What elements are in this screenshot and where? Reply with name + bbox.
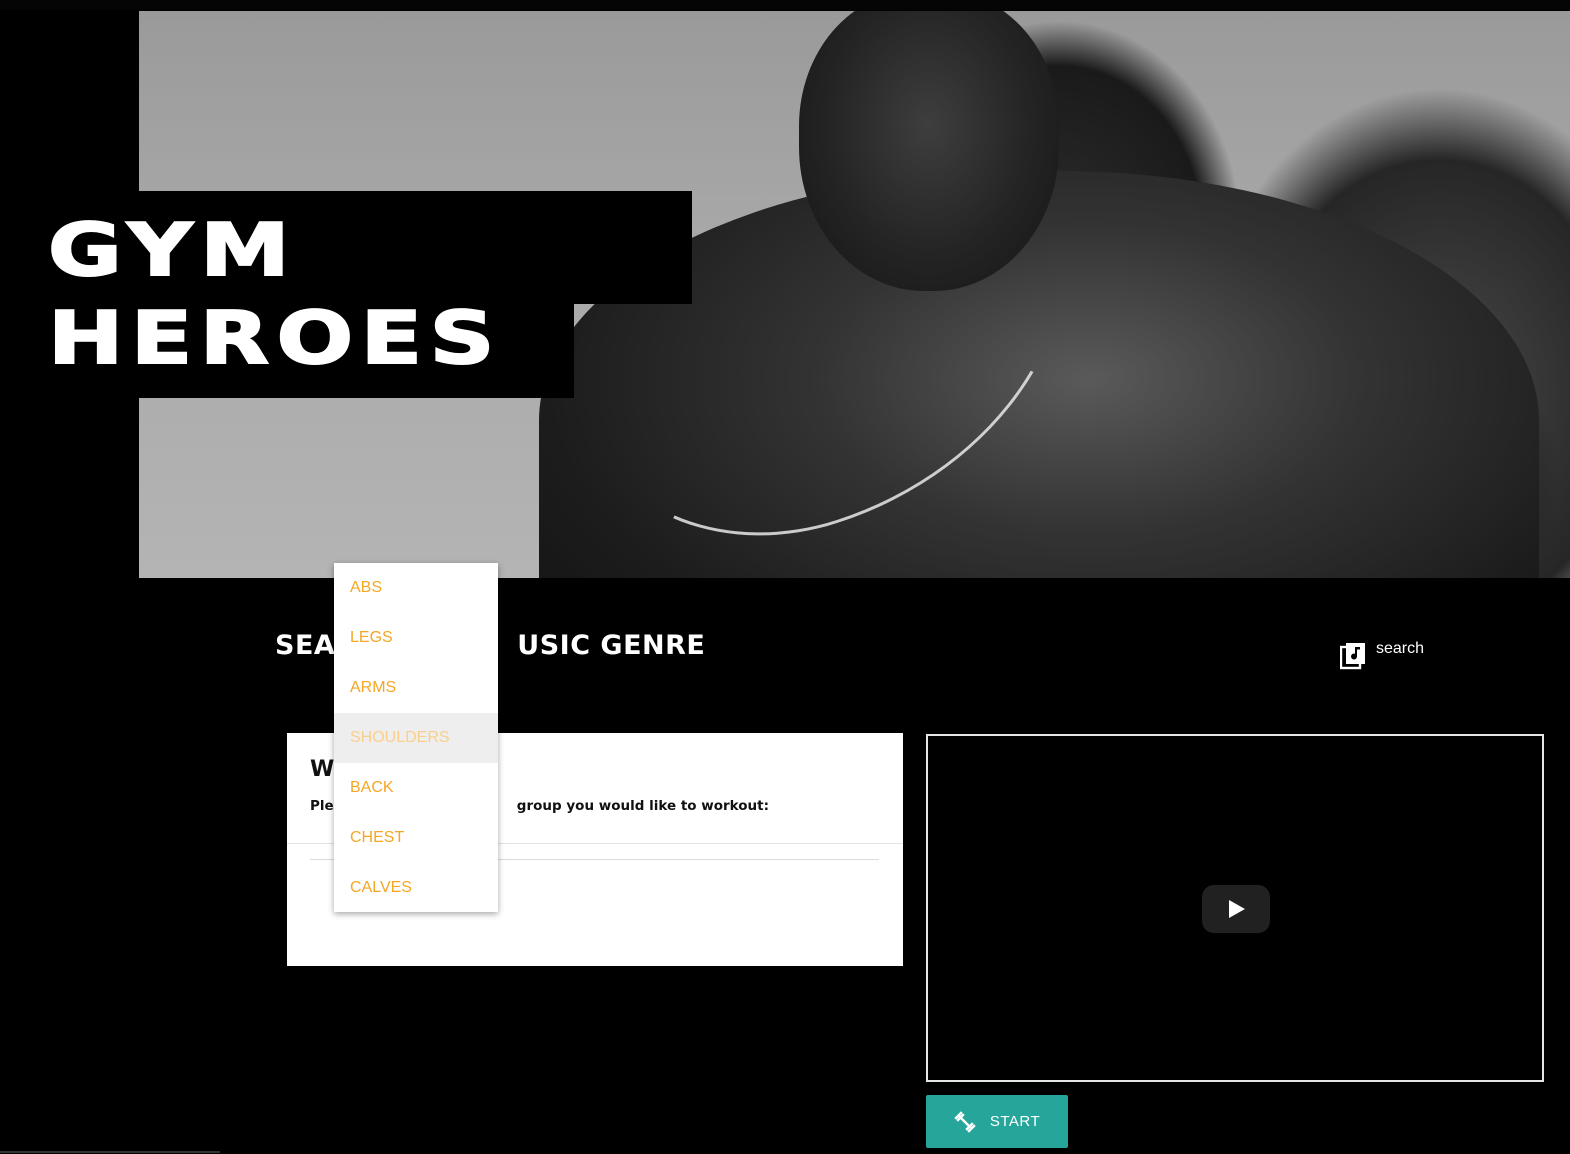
logo-line-1: GYM xyxy=(47,208,298,292)
page: GYM HEROES SEA USIC GENRE search W Plea gr… xyxy=(0,0,1570,1154)
dropdown-option-back[interactable]: BACK xyxy=(334,763,498,813)
search-link[interactable]: search xyxy=(1340,640,1424,670)
logo-line-2: HEROES xyxy=(47,296,502,380)
dropdown-option-calves[interactable]: CALVES xyxy=(334,863,498,913)
workout-card-title: W xyxy=(310,757,335,782)
play-button[interactable] xyxy=(1202,885,1270,933)
video-player[interactable] xyxy=(926,734,1544,1082)
start-button-label: START xyxy=(989,1113,1041,1130)
search-heading-right: USIC GENRE xyxy=(517,630,706,661)
muscle-group-dropdown: ABS LEGS ARMS SHOULDERS BACK CHEST CALVE… xyxy=(334,563,498,912)
search-heading-left: SEA xyxy=(275,630,336,661)
play-icon xyxy=(1229,900,1245,918)
music-library-icon xyxy=(1340,643,1365,670)
dumbbell-icon xyxy=(954,1110,976,1133)
dropdown-option-shoulders[interactable]: SHOULDERS xyxy=(334,713,498,763)
dropdown-option-chest[interactable]: CHEST xyxy=(334,813,498,863)
search-link-label: search xyxy=(1376,640,1425,657)
bottom-rule xyxy=(0,1151,220,1153)
top-rule xyxy=(0,0,1570,10)
dropdown-option-abs[interactable]: ABS xyxy=(334,563,498,613)
start-button[interactable]: START xyxy=(926,1095,1068,1148)
instructions-right: group you would like to workout: xyxy=(516,798,770,814)
dropdown-option-arms[interactable]: ARMS xyxy=(334,663,498,713)
dropdown-option-legs[interactable]: LEGS xyxy=(334,613,498,663)
